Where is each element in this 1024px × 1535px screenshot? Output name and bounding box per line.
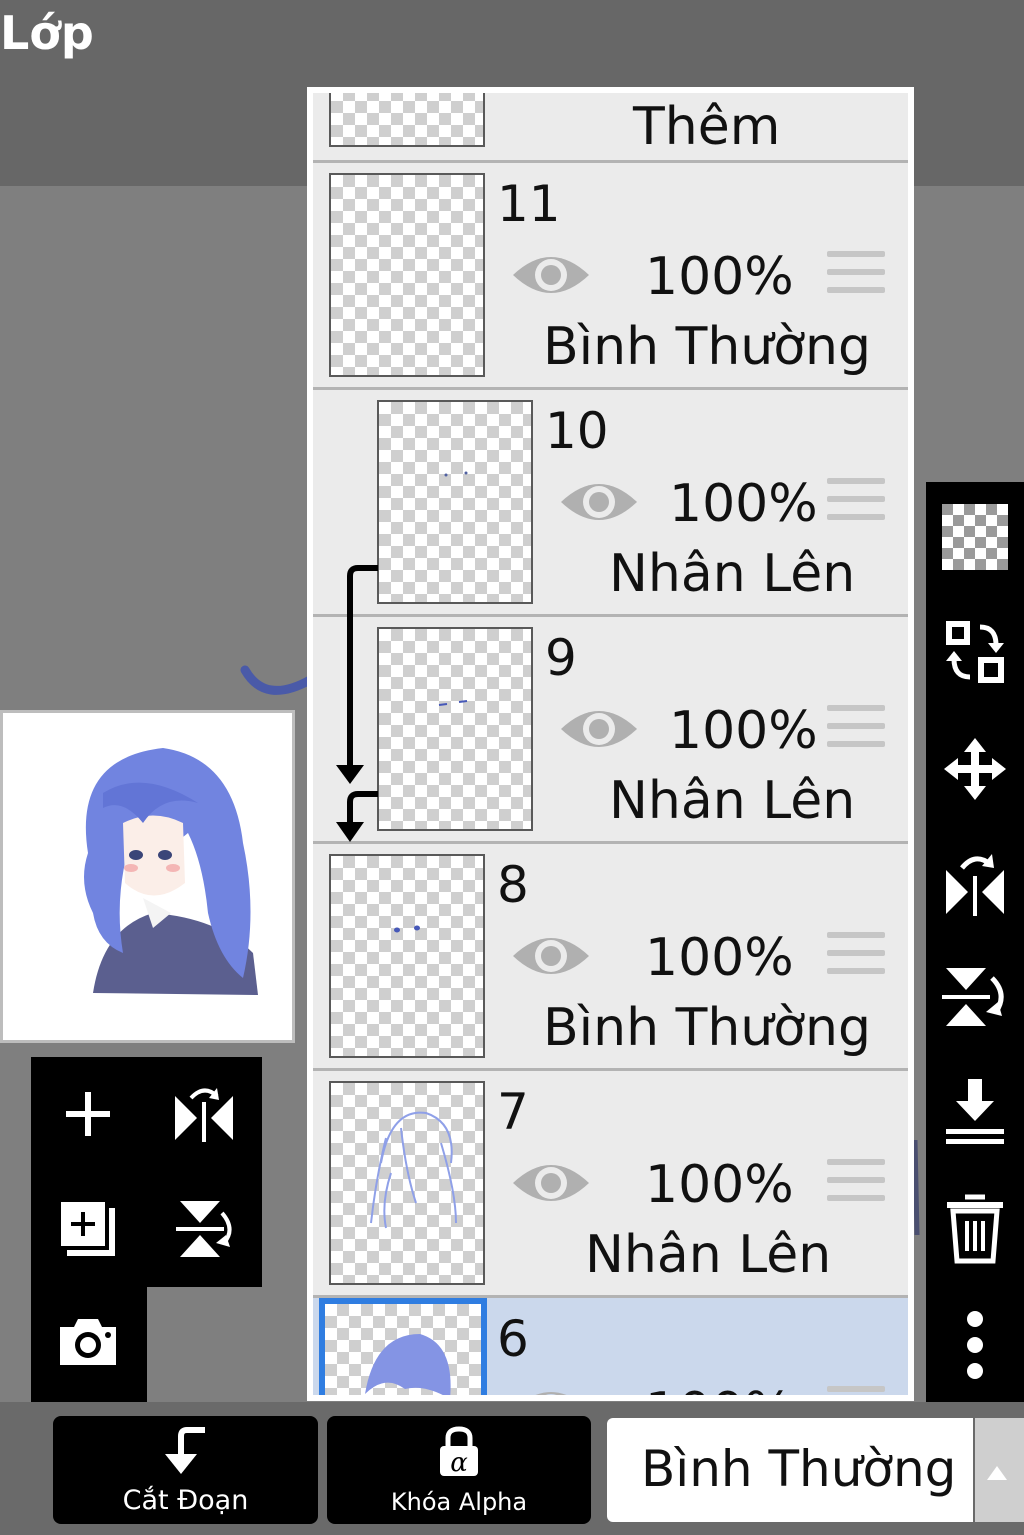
layer-row[interactable]: 8 100% Bình Thường [313,844,908,1071]
layer-thumbnail [329,173,485,377]
character-illustration [84,748,258,995]
layer-blend-mode: Bình Thường [543,317,872,377]
layer-row[interactable]: 7 100% Nhân Lên [313,1071,908,1298]
swap-layers-icon [946,621,1004,683]
layer-number: 10 [545,402,609,460]
layer-opacity[interactable]: 100% [645,1159,794,1211]
drag-handle-icon[interactable] [827,1159,885,1209]
eye-icon[interactable] [511,1384,591,1395]
layer-thumbnail [377,627,533,831]
more-icon [967,1311,983,1379]
trash-icon [947,1194,1003,1264]
layer-number: 11 [497,175,561,233]
layer-row-selected[interactable]: 6 100% [313,1298,908,1395]
clipping-indicator-icon [336,565,378,842]
layer-blend-mode: Nhân Lên [609,771,856,831]
flip-horizontal-button[interactable] [159,1069,249,1159]
add-label: Thêm [633,97,781,157]
layer-number: 7 [497,1083,529,1141]
flip-horizontal-icon [946,854,1004,916]
transparent-icon [942,504,1008,570]
layer-blend-mode: Bình Thường [543,998,872,1058]
flip-vertical-button[interactable] [159,1184,249,1274]
drag-handle-icon[interactable] [827,1386,885,1395]
move-button[interactable] [940,734,1010,804]
lock-alpha-icon: α [440,1426,478,1478]
merge-down-button[interactable] [940,1077,1010,1147]
plus-icon [66,1092,110,1136]
right-toolbar [926,482,1024,1402]
layer-row[interactable]: 11 100% Bình Thường [313,163,908,390]
layer-number: 6 [497,1310,529,1368]
flip-vertical-button[interactable] [940,962,1010,1032]
layer-number: 8 [497,856,529,914]
flip-vertical-icon [176,1201,232,1257]
screen-title: Lớp [0,6,94,60]
layer-opacity[interactable]: 100% [669,705,818,757]
layer-blend-mode: Nhân Lên [585,1225,832,1285]
eye-icon[interactable] [559,703,639,755]
add-layer-row[interactable]: Thêm [313,93,908,163]
transparent-fill-button[interactable] [940,502,1010,572]
eye-icon[interactable] [511,1157,591,1209]
drag-handle-icon[interactable] [827,251,885,301]
alpha-lock-button[interactable]: α Khóa Alpha [327,1416,591,1524]
chevron-up-icon [987,1466,1007,1480]
bottom-bar: Cắt Đoạn α Khóa Alpha Bình Thường [0,1402,1024,1535]
blend-mode-value: Bình Thường [641,1440,957,1498]
layer-opacity[interactable]: 100% [645,251,794,303]
canvas-preview[interactable] [0,710,295,1043]
add-layer-button[interactable] [43,1069,133,1159]
drag-handle-icon[interactable] [827,932,885,982]
add-layer-icon [57,1198,115,1256]
layer-blend-mode: Nhân Lên [609,544,856,604]
clipping-button[interactable]: Cắt Đoạn [53,1416,318,1524]
layer-thumbnail [329,93,485,147]
layer-thumbnail [329,854,485,1058]
svg-text:α: α [450,1448,468,1478]
add-layer-copy-button[interactable] [43,1184,133,1274]
layer-thumbnail [329,1081,485,1285]
layer-list[interactable]: Thêm 11 100% Bình Thường 10 100% Nhân Lê… [313,93,908,1395]
layer-row[interactable]: 10 100% Nhân Lên [313,390,908,617]
eye-icon[interactable] [559,476,639,528]
alpha-lock-label: Khóa Alpha [390,1488,528,1516]
left-toolbar [31,1057,262,1287]
layer-row[interactable]: 9 100% Nhân Lên [313,617,908,844]
clipping-arrow-icon [164,1427,205,1474]
camera-icon [60,1319,116,1365]
flip-horizontal-icon [175,1088,233,1142]
merge-down-icon [946,1079,1004,1144]
flip-vertical-icon [942,968,1004,1026]
eye-icon[interactable] [511,249,591,301]
more-options-button[interactable] [940,1310,1010,1380]
layer-thumbnail [319,1298,487,1395]
blend-mode-select[interactable]: Bình Thường [607,1418,973,1522]
layer-thumbnail [377,400,533,604]
layer-number: 9 [545,629,577,687]
layer-opacity[interactable]: 100% [669,478,818,530]
left-toolbar-bottom [31,1285,147,1402]
camera-button[interactable] [43,1297,133,1387]
drag-handle-icon[interactable] [827,705,885,755]
clipping-label: Cắt Đoạn [122,1485,249,1516]
layer-opacity[interactable]: 100% [645,1386,794,1395]
drag-handle-icon[interactable] [827,478,885,528]
eye-icon[interactable] [511,930,591,982]
layer-panel: Thêm 11 100% Bình Thường 10 100% Nhân Lê… [307,87,914,1401]
layer-opacity[interactable]: 100% [645,932,794,984]
delete-layer-button[interactable] [940,1194,1010,1264]
move-icon [944,738,1006,800]
flip-horizontal-button[interactable] [940,848,1010,918]
swap-layers-button[interactable] [940,617,1010,687]
blend-mode-dropdown-button[interactable] [975,1418,1024,1522]
